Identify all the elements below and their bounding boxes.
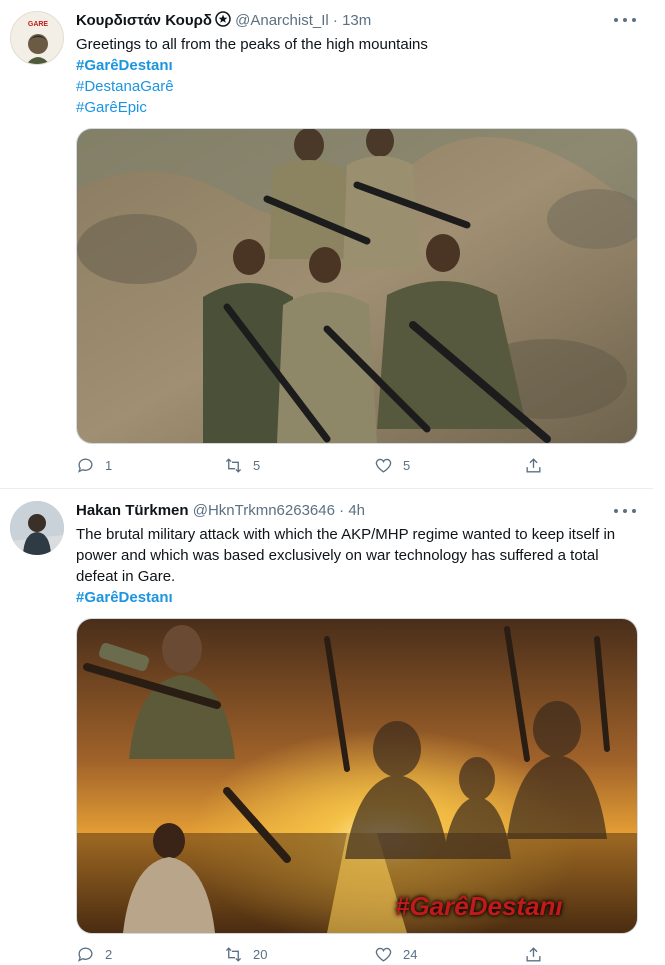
separator-dot: · bbox=[332, 12, 338, 29]
like-button[interactable]: 24 bbox=[374, 945, 417, 964]
like-count: 5 bbox=[403, 458, 411, 473]
reply-icon bbox=[78, 458, 93, 473]
tweet-text: The brutal military attack with which th… bbox=[76, 524, 636, 608]
image-caption: #GarêDestanı bbox=[395, 891, 563, 921]
like-button[interactable]: 5 bbox=[374, 456, 410, 475]
retweet-icon bbox=[225, 458, 242, 473]
retweet-count: 5 bbox=[253, 458, 261, 473]
tweet-text: Greetings to all from the peaks of the h… bbox=[76, 34, 636, 118]
tweet-photo[interactable]: #GarêDestanı bbox=[76, 618, 638, 934]
star-badge-icon bbox=[215, 11, 231, 33]
timestamp[interactable]: 4h bbox=[348, 502, 365, 519]
tweet-message: The brutal military attack with which th… bbox=[76, 526, 616, 585]
tweet-actions: 1 5 5 bbox=[76, 456, 556, 476]
tweet-header: Hakan Türkmen @HknTrkmn6263646 · 4h bbox=[76, 501, 365, 521]
more-options-icon[interactable] bbox=[614, 505, 636, 517]
tweet-message: Greetings to all from the peaks of the h… bbox=[76, 36, 428, 53]
tweet-photo[interactable] bbox=[76, 128, 638, 444]
hashtag-link[interactable]: #GarêEpic bbox=[76, 97, 636, 118]
hashtag-link[interactable]: #DestanaGarê bbox=[76, 76, 636, 97]
hashtag-link[interactable]: #GarêDestanı bbox=[76, 55, 636, 76]
retweet-button[interactable]: 5 bbox=[224, 456, 260, 475]
like-count: 24 bbox=[403, 947, 418, 962]
author-handle[interactable]: @Anarchist_Il bbox=[235, 12, 329, 29]
separator-dot: · bbox=[339, 502, 345, 519]
share-button[interactable] bbox=[524, 945, 543, 964]
share-icon bbox=[526, 458, 541, 473]
share-icon bbox=[526, 947, 541, 962]
reply-button[interactable]: 2 bbox=[76, 945, 112, 964]
avatar[interactable] bbox=[10, 501, 64, 555]
share-button[interactable] bbox=[524, 456, 543, 475]
more-options-icon[interactable] bbox=[614, 14, 636, 26]
tweet-1[interactable]: GARE Κουρδιστάν Κουρδ @Anarchist_Il · 13… bbox=[0, 0, 653, 488]
reply-count: 1 bbox=[105, 458, 113, 473]
timestamp[interactable]: 13m bbox=[342, 12, 371, 29]
tweet-actions: 2 20 24 bbox=[76, 945, 556, 965]
tweet-header: Κουρδιστάν Κουρδ @Anarchist_Il · 13m bbox=[76, 11, 371, 33]
heart-icon bbox=[375, 458, 392, 473]
avatar[interactable]: GARE bbox=[10, 11, 64, 65]
svg-text:GARE: GARE bbox=[28, 21, 49, 28]
retweet-icon bbox=[225, 947, 242, 962]
reply-icon bbox=[78, 947, 93, 962]
hashtag-link[interactable]: #GarêDestanı bbox=[76, 587, 636, 608]
heart-icon bbox=[375, 947, 392, 962]
author-name[interactable]: Hakan Türkmen bbox=[76, 502, 189, 519]
author-name[interactable]: Κουρδιστάν Κουρδ bbox=[76, 12, 212, 29]
reply-count: 2 bbox=[105, 947, 113, 962]
retweet-count: 20 bbox=[253, 947, 268, 962]
tweet-2[interactable]: Hakan Türkmen @HknTrkmn6263646 · 4h The … bbox=[0, 489, 653, 962]
reply-button[interactable]: 1 bbox=[76, 456, 112, 475]
retweet-button[interactable]: 20 bbox=[224, 945, 267, 964]
author-handle[interactable]: @HknTrkmn6263646 bbox=[193, 502, 335, 519]
